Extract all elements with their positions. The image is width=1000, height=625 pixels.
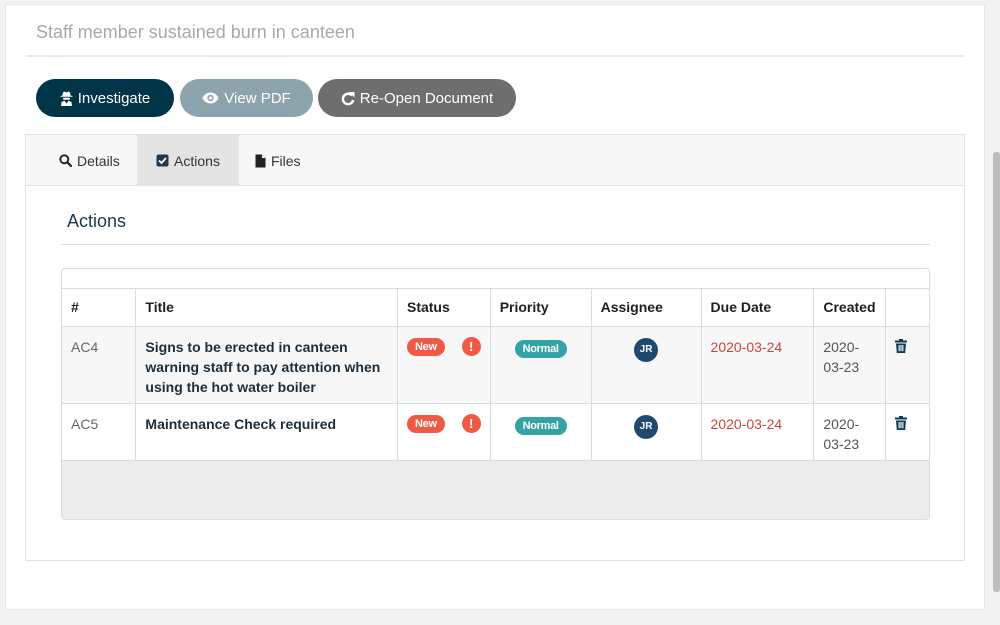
reopen-button-label: Re-Open Document <box>359 89 494 107</box>
priority-badge: Normal <box>514 417 567 435</box>
file-icon <box>255 154 266 168</box>
column-header-created[interactable]: Created <box>813 288 886 327</box>
tab-actions[interactable]: Actions <box>137 135 239 186</box>
actions-divider <box>61 244 930 245</box>
search-icon <box>59 154 72 167</box>
row-actions-cell <box>884 403 929 461</box>
tab-files[interactable]: Files <box>255 135 301 186</box>
table-row[interactable]: AC4 Signs to be erected in canteen warni… <box>62 326 929 404</box>
column-header-status[interactable]: Status <box>396 288 491 327</box>
row-actions-cell <box>884 326 929 404</box>
column-header-title[interactable]: Title <box>135 288 398 327</box>
due-date: 2020-03-24 <box>700 326 815 404</box>
assignee-avatar[interactable]: JR <box>634 338 659 362</box>
table-header-row: # Title Status Priority Assignee Due Dat… <box>62 288 929 327</box>
action-id: AC4 <box>62 326 137 404</box>
tab-files-label: Files <box>271 152 301 169</box>
page-title: Staff member sustained burn in canteen <box>36 22 355 42</box>
tab-actions-label: Actions <box>174 152 220 169</box>
priority-badge: Normal <box>514 340 567 358</box>
column-header-due-date[interactable]: Due Date <box>700 288 815 327</box>
created-date: 2020-03-23 <box>813 326 886 404</box>
status-badge: New <box>406 414 445 433</box>
view-pdf-button[interactable]: View PDF <box>180 79 313 117</box>
table-row[interactable]: AC5 Maintenance Check required New ! Nor… <box>62 403 929 461</box>
status-cell: New ! <box>396 403 491 461</box>
column-header-assignee[interactable]: Assignee <box>590 288 702 327</box>
title-divider <box>26 55 965 57</box>
table-footer <box>62 460 929 519</box>
column-header-priority[interactable]: Priority <box>489 288 592 327</box>
redo-icon <box>341 91 355 106</box>
actions-table-container: # Title Status Priority Assignee Due Dat… <box>61 268 930 520</box>
exclamation-circle-icon: ! <box>461 414 481 433</box>
trash-icon[interactable] <box>894 339 907 353</box>
action-title[interactable]: Signs to be erected in canteen warning s… <box>135 326 398 404</box>
column-header-id[interactable]: # <box>62 288 137 327</box>
due-date: 2020-03-24 <box>700 403 815 461</box>
tab-strip: Details Actions Files <box>26 135 964 186</box>
page-scrollbar[interactable] <box>993 152 1000 592</box>
tab-details-label: Details <box>77 152 120 169</box>
reopen-document-button[interactable]: Re-Open Document <box>318 79 516 117</box>
action-id: AC5 <box>62 403 137 461</box>
view-pdf-button-label: View PDF <box>224 89 291 107</box>
eye-icon <box>202 92 219 104</box>
investigate-button[interactable]: Investigate <box>36 79 174 117</box>
priority-cell: Normal <box>489 403 592 461</box>
exclamation-circle-icon: ! <box>461 337 481 356</box>
trash-icon[interactable] <box>894 416 907 430</box>
investigate-button-label: Investigate <box>77 89 151 107</box>
priority-cell: Normal <box>489 326 592 404</box>
tab-details[interactable]: Details <box>59 135 120 186</box>
action-title[interactable]: Maintenance Check required <box>135 403 398 461</box>
assignee-cell: JR <box>590 403 702 461</box>
column-header-actions <box>884 288 929 327</box>
checkbox-icon <box>156 154 169 167</box>
actions-table: # Title Status Priority Assignee Due Dat… <box>62 288 929 461</box>
assignee-cell: JR <box>590 326 702 404</box>
created-date: 2020-03-23 <box>813 403 886 461</box>
actions-heading: Actions <box>67 211 127 231</box>
assignee-avatar[interactable]: JR <box>634 415 659 439</box>
status-badge: New <box>406 337 445 356</box>
status-cell: New ! <box>396 326 491 404</box>
document-tabs-panel: Details Actions Files Actions # Title St… <box>25 134 965 561</box>
user-secret-icon <box>60 91 73 106</box>
